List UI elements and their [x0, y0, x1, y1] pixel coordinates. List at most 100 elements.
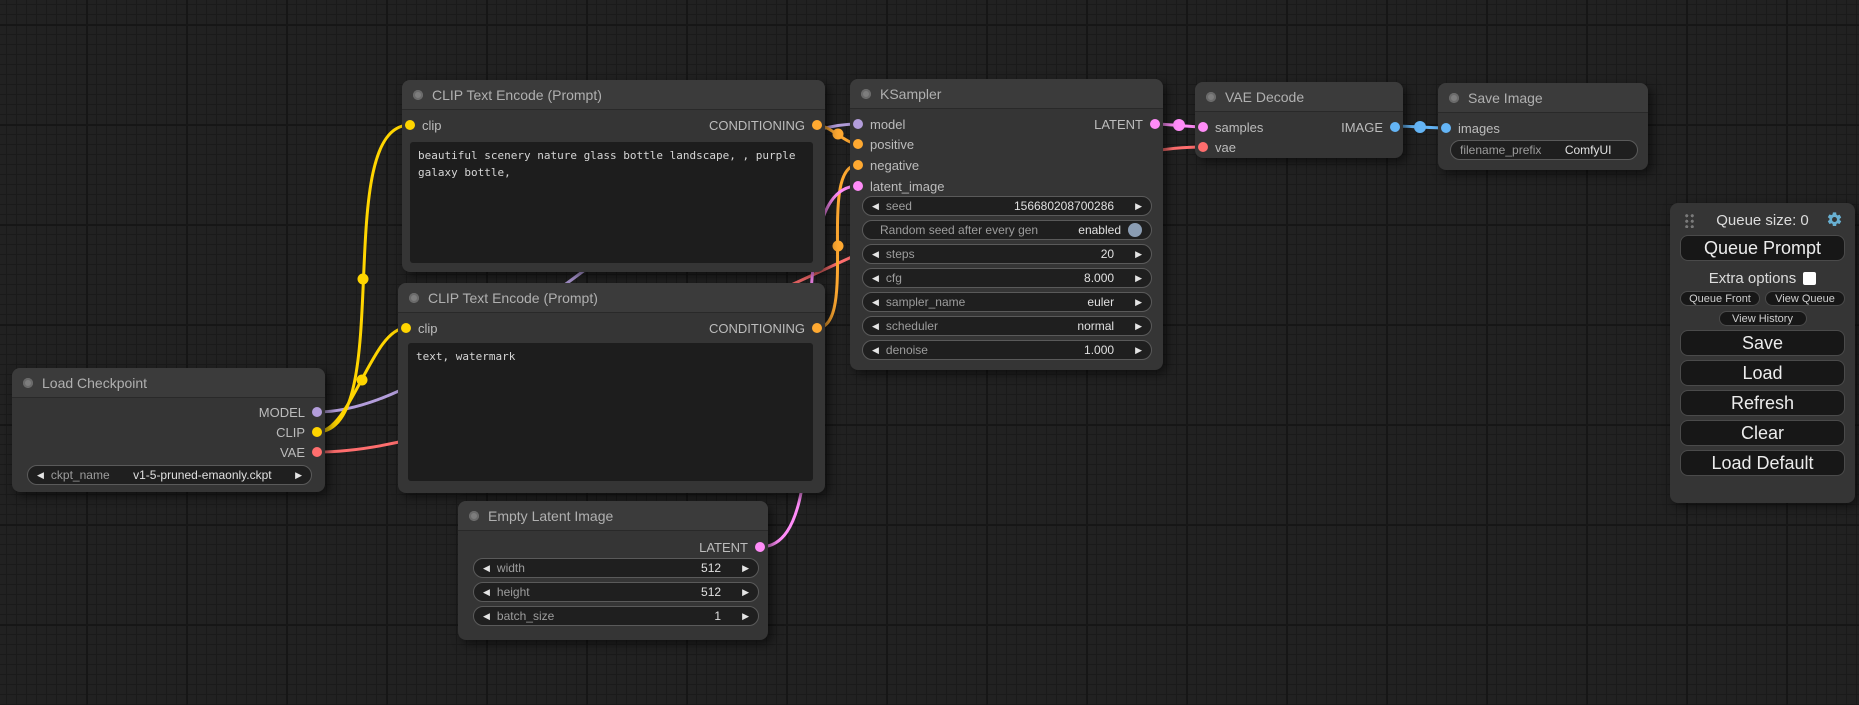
decrement-arrow-icon[interactable]: ◀	[872, 274, 879, 283]
input-port-model[interactable]	[853, 119, 863, 129]
widget-sampler-name[interactable]: ◀ sampler_name euler ▶	[862, 292, 1152, 312]
gear-icon[interactable]	[1826, 211, 1843, 228]
collapse-dot-icon[interactable]	[469, 511, 479, 521]
decrement-arrow-icon[interactable]: ◀	[483, 588, 490, 597]
widget-label: height	[497, 585, 530, 599]
refresh-button[interactable]: Refresh	[1680, 390, 1845, 416]
output-port-latent[interactable]	[1150, 119, 1160, 129]
increment-arrow-icon[interactable]: ▶	[1135, 298, 1142, 307]
collapse-dot-icon[interactable]	[23, 378, 33, 388]
output-port-image[interactable]	[1390, 122, 1400, 132]
input-label: clip	[422, 118, 442, 133]
prompt-textarea[interactable]: beautiful scenery nature glass bottle la…	[410, 142, 813, 263]
toggle-circle-icon[interactable]	[1128, 223, 1142, 237]
node-title-bar[interactable]: KSampler	[850, 79, 1163, 109]
input-port-latent-image[interactable]	[853, 181, 863, 191]
collapse-dot-icon[interactable]	[1206, 92, 1216, 102]
node-title-label: CLIP Text Encode (Prompt)	[432, 87, 602, 103]
increment-arrow-icon[interactable]: ▶	[1135, 202, 1142, 211]
widget-value: enabled	[1078, 223, 1121, 237]
output-port-conditioning[interactable]	[812, 323, 822, 333]
node-graph-canvas[interactable]: Load Checkpoint MODEL CLIP VAE ◀ ckpt_na…	[0, 0, 1859, 705]
node-load-checkpoint[interactable]: Load Checkpoint MODEL CLIP VAE ◀ ckpt_na…	[12, 368, 325, 492]
node-title-bar[interactable]: Empty Latent Image	[458, 501, 768, 531]
input-port-clip[interactable]	[401, 323, 411, 333]
widget-scheduler[interactable]: ◀ scheduler normal ▶	[862, 316, 1152, 336]
extra-options-checkbox[interactable]	[1803, 272, 1816, 285]
decrement-arrow-icon[interactable]: ◀	[872, 250, 879, 259]
queue-front-button[interactable]: Queue Front	[1680, 291, 1760, 306]
collapse-dot-icon[interactable]	[861, 89, 871, 99]
increment-arrow-icon[interactable]: ▶	[742, 612, 749, 621]
link-midpoint-dot	[358, 274, 369, 285]
view-queue-button[interactable]: View Queue	[1765, 291, 1845, 306]
widget-ckpt-name[interactable]: ◀ ckpt_name v1-5-pruned-emaonly.ckpt ▶	[27, 465, 312, 485]
output-port-clip[interactable]	[312, 427, 322, 437]
port-row: images	[1438, 118, 1648, 138]
link-midpoint-dot	[833, 241, 844, 252]
port-row: latent_image	[850, 176, 1163, 196]
node-title-bar[interactable]: CLIP Text Encode (Prompt)	[402, 80, 825, 110]
view-history-button[interactable]: View History	[1719, 311, 1807, 326]
decrement-arrow-icon[interactable]: ◀	[872, 322, 879, 331]
queue-prompt-button[interactable]: Queue Prompt	[1680, 235, 1845, 261]
node-clip-text-encode-negative[interactable]: CLIP Text Encode (Prompt) clip CONDITION…	[398, 283, 825, 493]
widget-value: v1-5-pruned-emaonly.ckpt	[117, 468, 288, 482]
port-row: samples IMAGE	[1195, 117, 1403, 137]
node-save-image[interactable]: Save Image images filename_prefix ComfyU…	[1438, 83, 1648, 170]
output-port-latent[interactable]	[755, 542, 765, 552]
widget-steps[interactable]: ◀ steps 20 ▶	[862, 244, 1152, 264]
load-button[interactable]: Load	[1680, 360, 1845, 386]
node-title-bar[interactable]: VAE Decode	[1195, 82, 1403, 112]
prompt-textarea[interactable]: text, watermark	[408, 343, 813, 481]
increment-arrow-icon[interactable]: ▶	[1135, 250, 1142, 259]
input-port-negative[interactable]	[853, 160, 863, 170]
widget-denoise[interactable]: ◀ denoise 1.000 ▶	[862, 340, 1152, 360]
widget-width[interactable]: ◀ width 512 ▶	[473, 558, 759, 578]
save-button[interactable]: Save	[1680, 330, 1845, 356]
node-vae-decode[interactable]: VAE Decode samples IMAGE vae	[1195, 82, 1403, 158]
increment-arrow-icon[interactable]: ▶	[742, 588, 749, 597]
output-port-conditioning[interactable]	[812, 120, 822, 130]
node-title-bar[interactable]: Load Checkpoint	[12, 368, 325, 398]
decrement-arrow-icon[interactable]: ◀	[483, 564, 490, 573]
widget-height[interactable]: ◀ height 512 ▶	[473, 582, 759, 602]
decrement-arrow-icon[interactable]: ◀	[872, 346, 879, 355]
widget-seed[interactable]: ◀ seed 156680208700286 ▶	[862, 196, 1152, 216]
collapse-dot-icon[interactable]	[413, 90, 423, 100]
decrement-arrow-icon[interactable]: ◀	[483, 612, 490, 621]
decrement-arrow-icon[interactable]: ◀	[872, 298, 879, 307]
drag-handle-icon[interactable]	[1684, 213, 1695, 228]
input-port-vae[interactable]	[1198, 142, 1208, 152]
collapse-dot-icon[interactable]	[409, 293, 419, 303]
widget-random-seed-toggle[interactable]: Random seed after every gen enabled	[862, 220, 1152, 240]
node-title-bar[interactable]: Save Image	[1438, 83, 1648, 113]
widget-value: euler	[1087, 295, 1128, 309]
output-port-vae[interactable]	[312, 447, 322, 457]
increment-arrow-icon[interactable]: ▶	[1135, 346, 1142, 355]
node-ksampler[interactable]: KSampler model LATENT positive negative …	[850, 79, 1163, 370]
increment-arrow-icon[interactable]: ▶	[1135, 274, 1142, 283]
widget-cfg[interactable]: ◀ cfg 8.000 ▶	[862, 268, 1152, 288]
output-port-model[interactable]	[312, 407, 322, 417]
node-clip-text-encode-positive[interactable]: CLIP Text Encode (Prompt) clip CONDITION…	[402, 80, 825, 272]
node-empty-latent-image[interactable]: Empty Latent Image LATENT ◀ width 512 ▶ …	[458, 501, 768, 640]
increment-arrow-icon[interactable]: ▶	[1135, 322, 1142, 331]
input-label: samples	[1215, 120, 1263, 135]
clear-button[interactable]: Clear	[1680, 420, 1845, 446]
decrement-arrow-icon[interactable]: ◀	[872, 202, 879, 211]
decrement-arrow-icon[interactable]: ◀	[37, 471, 44, 480]
collapse-dot-icon[interactable]	[1449, 93, 1459, 103]
widget-filename-prefix[interactable]: filename_prefix ComfyUI	[1450, 140, 1638, 160]
input-port-images[interactable]	[1441, 123, 1451, 133]
increment-arrow-icon[interactable]: ▶	[295, 471, 302, 480]
increment-arrow-icon[interactable]: ▶	[742, 564, 749, 573]
node-title-bar[interactable]: CLIP Text Encode (Prompt)	[398, 283, 825, 313]
input-port-clip[interactable]	[405, 120, 415, 130]
input-port-positive[interactable]	[853, 139, 863, 149]
node-title-label: CLIP Text Encode (Prompt)	[428, 290, 598, 306]
input-port-samples[interactable]	[1198, 122, 1208, 132]
widget-batch-size[interactable]: ◀ batch_size 1 ▶	[473, 606, 759, 626]
widget-value: 512	[701, 585, 735, 599]
load-default-button[interactable]: Load Default	[1680, 450, 1845, 476]
